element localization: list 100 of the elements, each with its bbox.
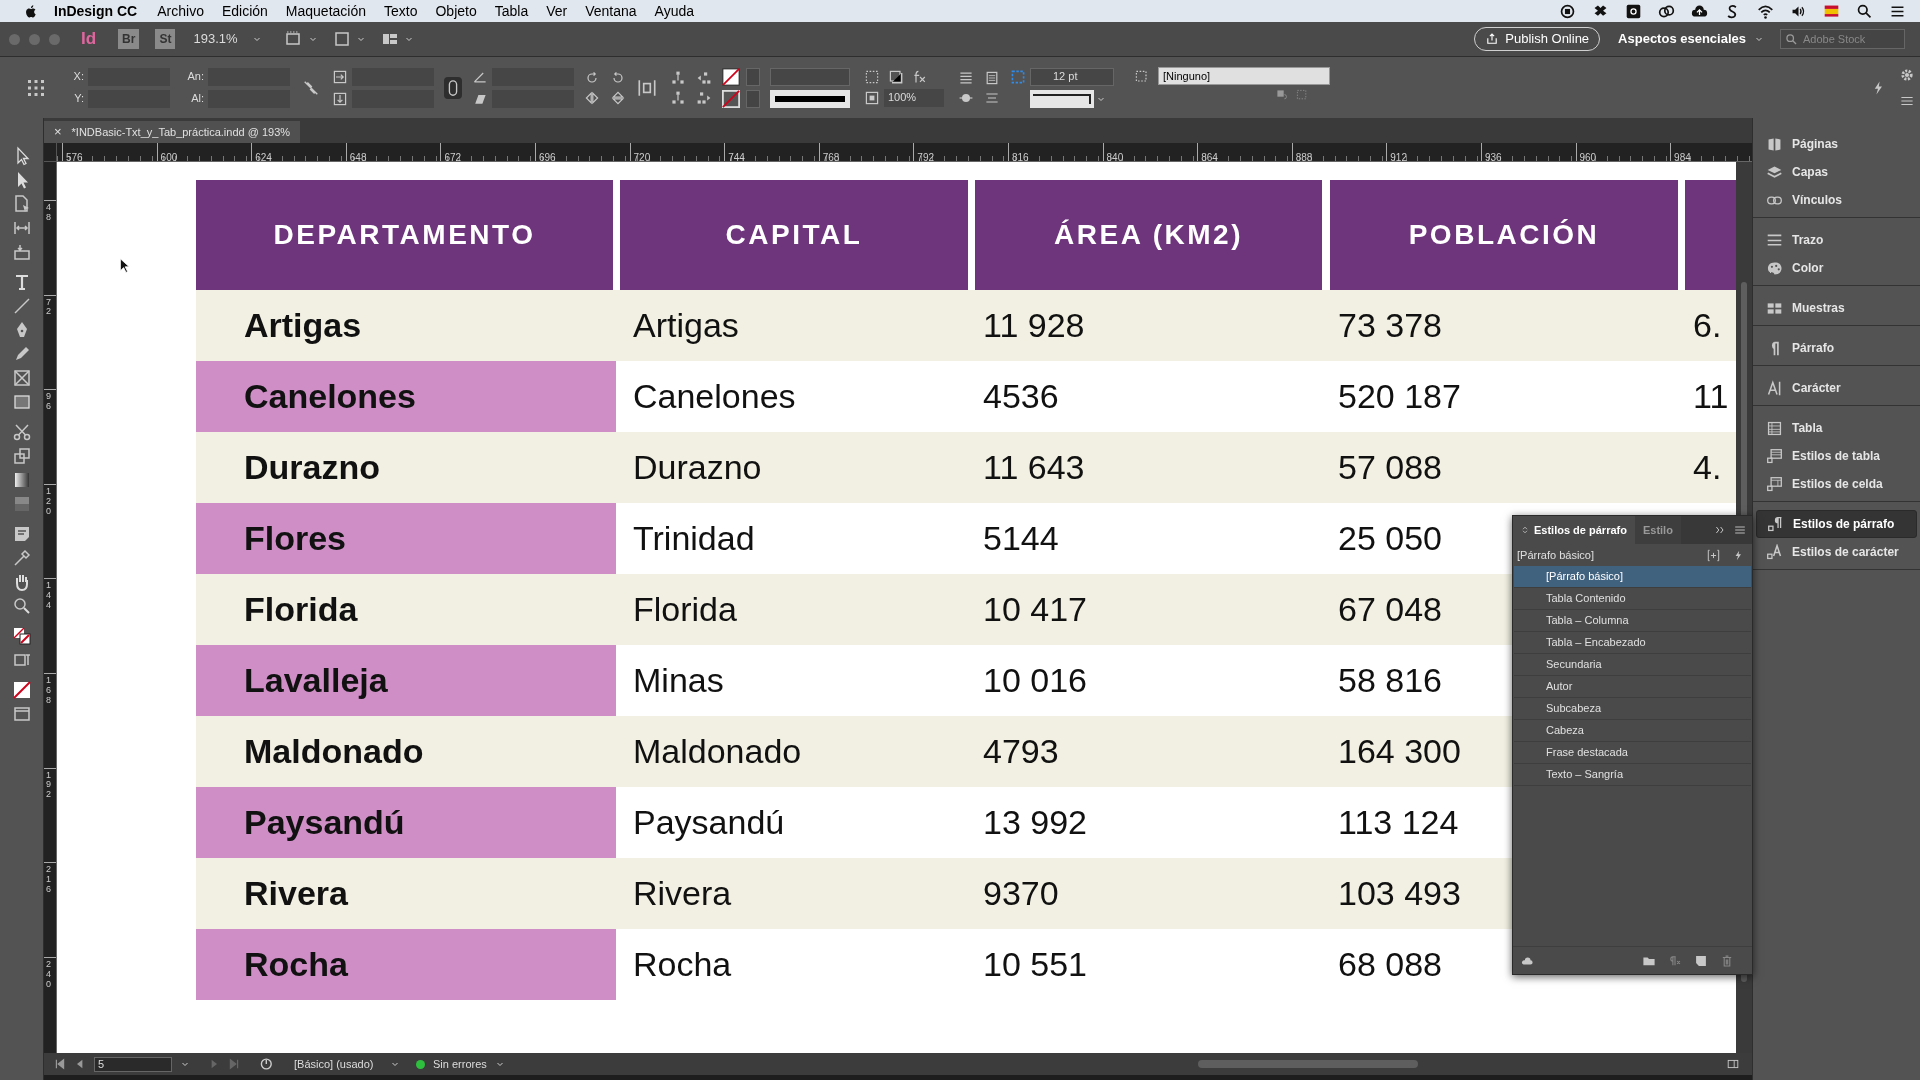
panel-button[interactable]: Tabla [1756,414,1917,442]
scale-x-icon[interactable] [332,68,348,85]
content-collector-icon[interactable] [11,242,32,262]
stroke-type-dropdown[interactable] [770,89,850,108]
frame-fitting-icon[interactable] [864,68,880,85]
fill-none-swatch-icon[interactable] [722,67,740,86]
new-style-group-icon[interactable] [1707,548,1720,562]
column-header[interactable]: ÁREA (KM2) [975,180,1322,290]
apply-none-icon[interactable] [11,680,32,700]
style-list-item[interactable]: Frase destacada [1514,742,1751,764]
style-list-item[interactable]: [Párrafo básico] [1514,566,1751,588]
rectangle-tool-icon[interactable] [11,392,32,412]
panel-button[interactable]: Muestras [1756,294,1917,322]
menu-item[interactable]: Ayuda [654,0,695,22]
zoom-level[interactable]: 193.1% [193,29,238,49]
style-list-item[interactable]: Tabla – Encabezado [1514,632,1751,654]
style-list-item[interactable]: Autor [1514,676,1751,698]
zoom-icon[interactable] [11,596,32,616]
free-transform-icon[interactable] [11,446,32,466]
panel-button[interactable]: Estilos de carácter [1756,538,1917,566]
select-previous-icon[interactable] [696,69,712,86]
opacity-field[interactable]: 100% [884,88,944,107]
settings-icon[interactable] [1900,67,1914,82]
scissors-icon[interactable] [11,422,32,442]
menu-item[interactable]: Tabla [494,0,529,22]
style-list-item[interactable]: Texto – Sangría [1514,764,1751,786]
flip-vertical-icon[interactable] [610,89,626,106]
style-list-item[interactable]: Secundaria [1514,654,1751,676]
preflight-profile-dropdown[interactable]: [Básico] (usado) [294,1055,382,1073]
close-icon[interactable]: × [54,122,62,142]
panel-menu-icon[interactable] [1734,524,1746,536]
menu-item[interactable]: Ver [546,0,568,22]
stroke-swatch-icon[interactable] [722,89,740,108]
first-page-icon[interactable] [54,1058,66,1070]
bridge-button[interactable]: Br [118,29,140,49]
reference-point-icon[interactable] [26,77,46,98]
panel-button[interactable]: Páginas [1756,130,1917,158]
panel-button[interactable]: Color [1756,254,1917,282]
cell-text: Maldonado [633,731,802,772]
command-key-icon[interactable] [1625,2,1642,20]
delete-icon[interactable] [1720,953,1734,968]
panel-button[interactable]: Estilos de párrafo [1756,510,1917,538]
menu-item[interactable]: Objeto [435,0,477,22]
object-style-icon[interactable] [1134,69,1150,85]
open-page-icon[interactable] [260,1057,274,1071]
flip-horizontal-icon[interactable] [584,89,600,106]
swatch-menu-button[interactable] [746,67,760,86]
drop-shadow-icon[interactable] [888,68,904,85]
new-style-icon[interactable] [1694,953,1708,968]
inset-field[interactable]: 12 pt [1030,67,1114,86]
column-header[interactable]: DEPARTAMENTO [196,180,613,290]
rotate-counterclockwise-icon[interactable] [610,69,626,86]
menu-item[interactable]: Texto [384,0,418,22]
panel-button[interactable]: Trazo [1756,226,1917,254]
cell-stroke-dropdown[interactable] [1030,89,1094,108]
effects-icon[interactable] [912,68,928,85]
style-list-item[interactable]: Subcabeza [1514,698,1751,720]
fill-stroke-icon[interactable] [11,626,32,646]
style-list-item[interactable]: Tabla Contenido [1514,588,1751,610]
style-list-item[interactable]: Cabeza [1514,720,1751,742]
panel-tab[interactable]: Estilo [1634,516,1681,544]
menu-item[interactable]: Edición [221,0,268,22]
select-content-icon[interactable] [670,89,686,106]
panel-button[interactable]: Estilos de tabla [1756,442,1917,470]
workspace-switcher[interactable]: Aspectos esenciales [1618,29,1746,49]
column-header[interactable]: CAPITAL [620,180,968,290]
panel-button[interactable]: Vínculos [1756,186,1917,214]
panel-button[interactable]: Capas [1756,158,1917,186]
column-header[interactable]: POBLACIÓN [1330,180,1678,290]
menu-item[interactable]: Archivo [157,0,204,22]
stroke-weight-field[interactable] [770,67,850,86]
opacity-icon[interactable] [864,89,880,106]
expand-panel-icon[interactable] [1714,524,1726,536]
scale-y-icon[interactable] [332,90,348,107]
panel-button[interactable]: Carácter [1756,374,1917,402]
document-tab[interactable]: × *INDBasic-Txt_y_Tab_práctica.indd @ 193% [44,121,301,143]
object-style-dropdown[interactable]: [Ninguno] [1158,67,1330,85]
record-icon[interactable] [1559,2,1576,20]
rotate-clockwise-icon[interactable] [584,69,600,86]
cell-inset-icon[interactable] [1010,68,1026,85]
panel-toggle-icon[interactable] [1726,1058,1740,1070]
panel-button[interactable]: Párrafo [1756,334,1917,362]
menu-item[interactable]: Maquetación [285,0,366,22]
link-icon[interactable] [444,76,462,99]
select-container-icon[interactable] [670,69,686,86]
page-number-field[interactable]: 5 [94,1056,172,1072]
search-icon[interactable] [1856,2,1873,20]
scrollbar-thumb[interactable] [1198,1060,1418,1068]
select-next-icon[interactable] [696,89,712,106]
menu-item[interactable]: Ventana [585,0,637,22]
panel-button[interactable]: Estilos de celda [1756,470,1917,498]
app-name[interactable]: InDesign CC [54,0,138,22]
style-list-item[interactable]: Tabla – Columna [1514,610,1751,632]
stock-button[interactable]: St [155,29,176,49]
panel-tab[interactable]: Estilos de párrafo [1513,516,1635,544]
rectangle-frame-icon[interactable] [11,368,32,388]
align-justify-icon[interactable] [984,69,1000,86]
screen-mode-icon[interactable] [11,704,32,724]
swatch-menu-button[interactable] [746,89,760,108]
search-field[interactable]: Adobe Stock [1780,29,1905,49]
